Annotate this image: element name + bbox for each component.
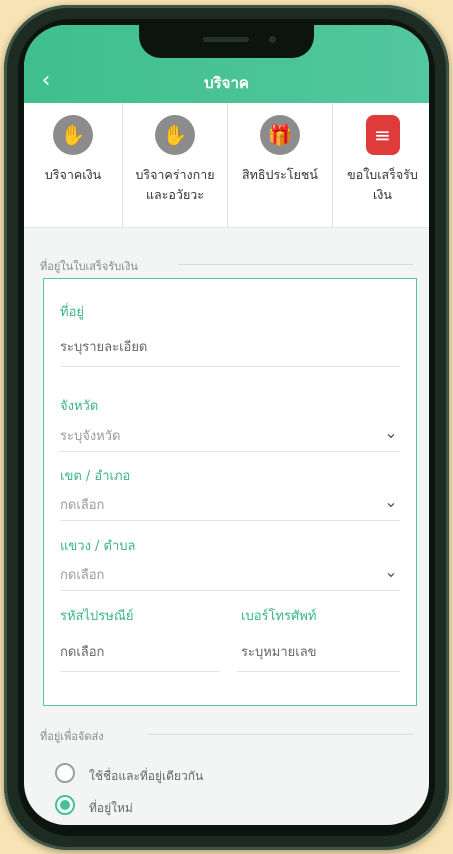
- province-label: จังหวัด: [60, 399, 99, 414]
- chevron-down-icon[interactable]: ⌄: [381, 562, 401, 581]
- menu-item-donate-body[interactable]: ✋ บริจาคร่างกาย และอวัยวะ: [123, 103, 228, 227]
- raised-hand-icon: ✋: [155, 115, 195, 155]
- address-field[interactable]: ระบุรายละเอียด: [60, 336, 147, 357]
- notch: [139, 25, 314, 58]
- divider: [60, 671, 220, 672]
- radio-same-address[interactable]: [55, 763, 75, 783]
- menu-item-request-receipt[interactable]: ≡ ขอใบเสร็จรับ เงิน: [333, 103, 429, 227]
- gift-icon: 🎁: [260, 115, 300, 155]
- postal-code-label: รหัสไปรษณีย์: [60, 609, 134, 624]
- radio-label-same-address: ใช้ชื่อและที่อยู่เดียวกัน: [89, 769, 204, 783]
- divider: [60, 366, 400, 367]
- divider: [178, 264, 413, 265]
- header-bar: ‹ บริจาค: [24, 25, 429, 103]
- divider: [237, 671, 400, 672]
- menu-item-label: สิทธิประโยชน์: [242, 167, 318, 182]
- camera-icon: [269, 36, 276, 43]
- menu-item-donate-money[interactable]: ✋ บริจาคเงิน: [24, 103, 123, 227]
- section-title: ที่อยู่ในใบเสร็จรับเงิน: [40, 260, 138, 273]
- phone-input[interactable]: ระบุหมายเลข: [241, 641, 317, 662]
- menu-item-label: บริจาคเงิน: [44, 167, 102, 182]
- menu-item-label: บริจาคร่างกาย และอวัยวะ: [135, 167, 215, 202]
- divider: [60, 520, 400, 521]
- receipt-address-form: ที่อยู่ ระบุรายละเอียด จังหวัด ระบุจังหว…: [43, 278, 417, 706]
- chevron-down-icon[interactable]: ⌄: [381, 423, 401, 442]
- radio-new-address[interactable]: [55, 795, 75, 815]
- subdistrict-select[interactable]: กดเลือก: [60, 564, 104, 585]
- divider: [60, 451, 400, 452]
- page-title: บริจาค: [204, 74, 249, 92]
- radio-label-new-address: ที่อยู่ใหม่: [89, 801, 133, 815]
- address-label: ที่อยู่: [60, 305, 84, 320]
- postal-code-select[interactable]: กดเลือก: [60, 641, 104, 662]
- speaker-grill: [203, 37, 249, 42]
- phone-label: เบอร์โทรศัพท์: [241, 609, 317, 624]
- divider: [60, 590, 400, 591]
- subdistrict-label: แขวง / ตำบล: [60, 539, 136, 554]
- section-title: ที่อยู่เพื่อจัดส่ง: [40, 730, 104, 743]
- hand-coin-icon: ✋: [53, 115, 93, 155]
- divider: [148, 734, 413, 735]
- app-screen: ‹ บริจาค ✋ บริจาคเงิน ✋ บริจาคร่างกาย แล…: [24, 25, 429, 825]
- menu-item-benefits[interactable]: 🎁 สิทธิประโยชน์: [228, 103, 333, 227]
- province-select[interactable]: ระบุจังหวัด: [60, 425, 121, 446]
- receipt-icon: ≡: [365, 115, 400, 155]
- menu-item-label: ขอใบเสร็จรับ เงิน: [347, 167, 418, 202]
- district-label: เขต / อำเภอ: [60, 469, 131, 484]
- donation-menu: ✋ บริจาคเงิน ✋ บริจาคร่างกาย และอวัยวะ 🎁…: [24, 103, 429, 228]
- chevron-down-icon[interactable]: ⌄: [381, 492, 401, 511]
- district-select[interactable]: กดเลือก: [60, 494, 104, 515]
